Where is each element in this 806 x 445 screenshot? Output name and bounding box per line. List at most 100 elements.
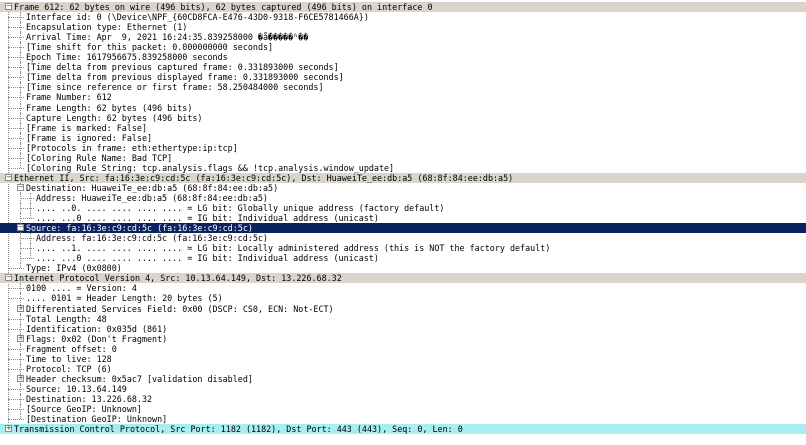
tree-leaf[interactable]: [Source GeoIP: Unknown] [0,404,806,414]
tree-node[interactable]: − Source: fa:16:3e:c9:cd:5c (fa:16:3e:c9:… [0,223,806,234]
expand-icon[interactable]: + [17,304,24,312]
tree-item-label: Differentiated Services Field: 0x00 (DSC… [26,303,334,314]
tree-branch-line [8,27,24,29]
tree-item-label: Address: HuaweiTe_ee:db:a5 (68:8f:84:ee:… [36,192,268,203]
tree-branch-line [8,87,24,89]
tree-node[interactable]: + Flags: 0x02 (Don't Fragment) [0,333,806,344]
tree-branch-line [8,348,24,350]
tree-leaf[interactable]: .... ...0 .... .... .... .... = IG bit: … [0,253,806,264]
tree-branch-line [8,398,24,400]
tree-item-label: Protocol: TCP (6) [26,363,112,374]
tree-leaf[interactable]: Encapsulation type: Ethernet (1) [0,22,806,33]
tree-item-label: Frame Number: 612 [26,92,112,103]
tree-item-label: Arrival Time: Apr 9, 2021 16:24:35.83925… [26,32,309,43]
tree-item-label: Destination: HuaweiTe_ee:db:a5 (68:8f:84… [26,182,279,193]
collapse-icon[interactable]: − [5,3,12,10]
tree-node[interactable]: + Header checksum: 0x5ac7 [validation dis… [0,373,806,384]
tree-item-label: Source: 10.13.64.149 [26,383,127,394]
tree-item-label: Ethernet II, Src: fa:16:3e:c9:cd:5c (fa:… [14,172,514,183]
tree-leaf[interactable]: Identification: 0x035d (861) [0,323,806,334]
tree-leaf[interactable]: [Time delta from previous displayed fram… [0,72,806,83]
tree-branch-line [8,328,24,330]
tree-leaf[interactable]: .... ..0. .... .... .... .... = LG bit: … [0,203,806,213]
tree-leaf[interactable]: [Destination GeoIP: Unknown] [0,414,806,424]
tree-leaf[interactable]: Protocol: TCP (6) [0,363,806,374]
tree-branch-line [20,248,34,250]
tree-leaf[interactable]: Source: 10.13.64.149 [0,383,806,394]
tree-branch-line [8,358,24,360]
tree-item-label: [Coloring Rule String: tcp.analysis.flag… [26,162,395,173]
tree-leaf[interactable]: [Time shift for this packet: 0.000000000… [0,42,806,53]
tree-item-label: [Coloring Rule Name: Bad TCP] [26,152,173,163]
tree-item-label: [Frame is marked: False] [26,122,148,133]
tree-item-label: .... ...0 .... .... .... .... = IG bit: … [36,253,379,264]
collapse-icon[interactable]: − [5,173,12,181]
tree-branch-line [8,97,24,99]
tree-branch-line [20,238,34,240]
tree-item-label: .... ...0 .... .... .... .... = IG bit: … [36,213,379,224]
tree-item-label: 0100 .... = Version: 4 [26,283,137,294]
tree-leaf[interactable]: Address: HuaweiTe_ee:db:a5 (68:8f:84:ee:… [0,192,806,203]
tree-leaf[interactable]: .... ..1. .... .... .... .... = LG bit: … [0,243,806,254]
tree-branch-line [8,409,24,410]
tree-leaf[interactable]: Total Length: 48 [0,313,806,324]
tree-item-label: [Time delta from previous captured frame… [26,62,339,73]
tree-branch-line [8,117,24,119]
tree-node[interactable]: + Transmission Control Protocol, Src Port… [0,424,806,435]
tree-branch-line [20,218,34,220]
tree-leaf[interactable]: [Protocols in frame: eth:ethertype:ip:tc… [0,142,806,153]
tree-item-label: Encapsulation type: Ethernet (1) [26,22,188,33]
expand-icon[interactable]: + [17,374,24,382]
tree-leaf[interactable]: [Time delta from previous captured frame… [0,62,806,73]
tree-item-label: Interface id: 0 (\Device\NPF_{60CD8FCA-E… [26,12,369,23]
tree-leaf[interactable]: Epoch Time: 1617956675.839258000 seconds [0,52,806,63]
tree-leaf[interactable]: Time to live: 128 [0,353,806,364]
expand-icon[interactable]: + [5,425,12,433]
tree-item-label: Source: fa:16:3e:c9:cd:5c (fa:16:3e:c9:c… [26,223,253,234]
tree-leaf[interactable]: [Frame is marked: False] [0,122,806,133]
tree-leaf[interactable]: Address: fa:16:3e:c9:cd:5c (fa:16:3e:c9:… [0,233,806,244]
tree-branch-line [8,388,24,390]
tree-item-label: Header checksum: 0x5ac7 [validation disa… [26,373,253,384]
tree-branch-line [8,167,24,169]
tree-branch-line [8,57,24,59]
collapse-icon[interactable]: − [5,274,12,282]
tree-node[interactable]: + Differentiated Services Field: 0x00 (DS… [0,303,806,314]
tree-leaf[interactable]: .... ...0 .... .... .... .... = IG bit: … [0,213,806,224]
tree-item-label: [Time delta from previous displayed fram… [26,72,344,83]
tree-leaf[interactable]: Destination: 13.226.68.32 [0,393,806,404]
tree-item-label: [Time shift for this packet: 0.000000000… [26,42,274,53]
tree-leaf[interactable]: Arrival Time: Apr 9, 2021 16:24:35.83925… [0,32,806,43]
tree-item-label: .... ..1. .... .... .... .... = LG bit: … [36,243,551,254]
collapse-icon[interactable]: − [17,224,24,232]
tree-item-label: Identification: 0x035d (861) [26,323,168,334]
tree-branch-line [8,137,24,139]
expand-icon[interactable]: + [17,334,24,342]
tree-leaf[interactable]: Type: IPv4 (0x0800) [0,263,806,273]
tree-leaf[interactable]: [Coloring Rule Name: Bad TCP] [0,152,806,163]
tree-item-label: [Destination GeoIP: Unknown] [26,414,168,425]
tree-leaf[interactable]: [Frame is ignored: False] [0,132,806,143]
tree-leaf[interactable]: Frame Number: 612 [0,92,806,103]
tree-node[interactable]: − Internet Protocol Version 4, Src: 10.13… [0,273,806,284]
tree-leaf[interactable]: Frame Length: 62 bytes (496 bits) [0,102,806,113]
tree-leaf[interactable]: [Time since reference or first frame: 58… [0,82,806,93]
tree-node[interactable]: − Destination: HuaweiTe_ee:db:a5 (68:8f:8… [0,182,806,193]
tree-branch-line [8,127,24,129]
tree-leaf[interactable]: .... 0101 = Header Length: 20 bytes (5) [0,293,806,304]
tree-item-label: Frame Length: 62 bytes (496 bits) [26,102,193,113]
tree-item-label: .... 0101 = Header Length: 20 bytes (5) [26,293,223,304]
tree-leaf[interactable]: [Coloring Rule String: tcp.analysis.flag… [0,162,806,173]
tree-leaf[interactable]: 0100 .... = Version: 4 [0,283,806,294]
tree-node[interactable]: − Ethernet II, Src: fa:16:3e:c9:cd:5c (fa… [0,172,806,183]
tree-item-label: Fragment offset: 0 [26,343,117,354]
tree-branch-line [20,208,34,209]
tree-leaf[interactable]: Interface id: 0 (\Device\NPF_{60CD8FCA-E… [0,12,806,23]
tree-item-label: [Time since reference or first frame: 58… [26,82,324,93]
tree-branch-line [8,318,24,320]
tree-leaf[interactable]: Fragment offset: 0 [0,343,806,354]
collapse-icon[interactable]: − [17,183,24,191]
tree-node[interactable]: − Frame 612: 62 bytes on wire (496 bits),… [0,2,806,12]
tree-leaf[interactable]: Capture Length: 62 bytes (496 bits) [0,112,806,123]
tree-branch-line [8,157,24,159]
